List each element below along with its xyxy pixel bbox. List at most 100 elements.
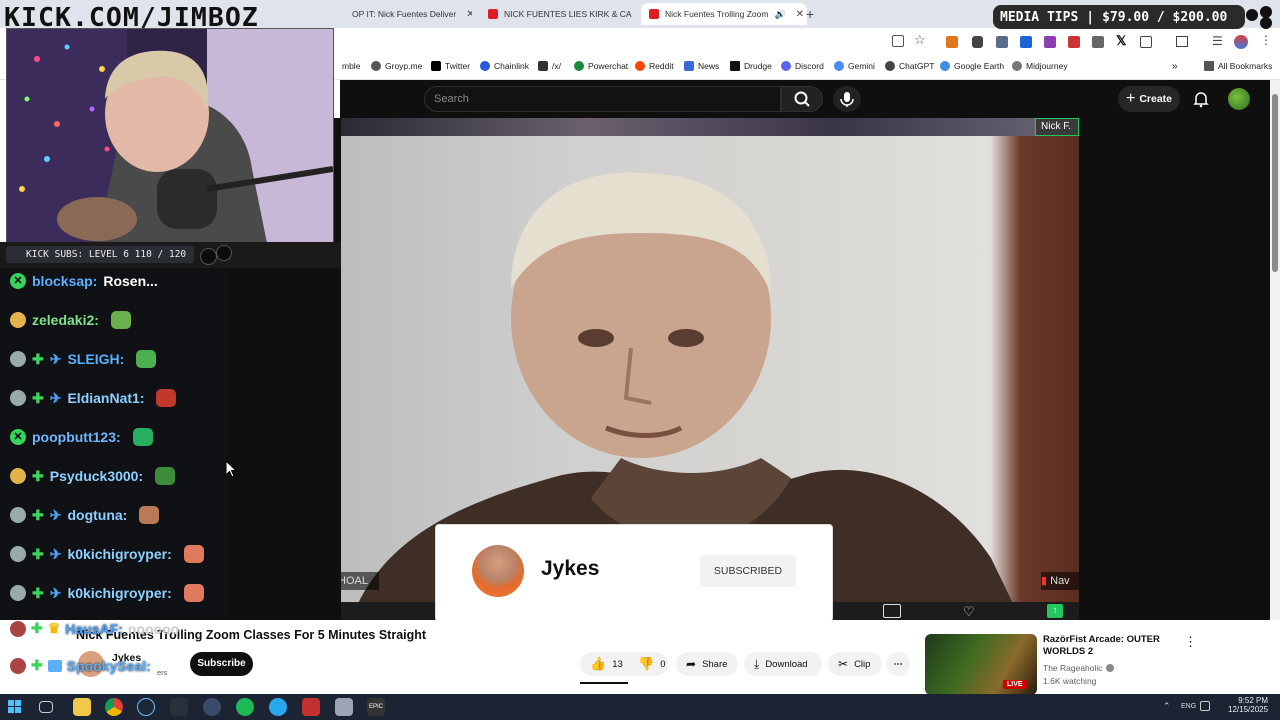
shield-icon[interactable]: [972, 36, 983, 48]
clip-button[interactable]: ✂ Clip: [828, 652, 882, 676]
diamond-badge-icon: ✚: [32, 389, 44, 406]
x-icon[interactable]: 𝕏: [1116, 33, 1126, 49]
more-actions-button[interactable]: ⋯: [886, 652, 910, 676]
browser-tab[interactable]: NICK FUENTES LIES KIRK & CA ✕: [488, 3, 636, 25]
bookmark[interactable]: Reddit: [635, 61, 674, 71]
chat-username[interactable]: Psyduck3000:: [50, 468, 143, 484]
avatar: [10, 585, 26, 601]
menu-icon[interactable]: ☰: [1212, 34, 1223, 48]
like-button[interactable]: 👍 13: [580, 652, 628, 676]
voice-search-button[interactable]: [833, 86, 861, 112]
language-indicator[interactable]: ENG: [1181, 703, 1196, 710]
bookmark[interactable]: Groyp.me: [371, 61, 422, 71]
task-view-icon[interactable]: [39, 701, 53, 713]
close-icon[interactable]: ✕: [796, 9, 804, 20]
kick-subs-bar: KICK SUBS: LEVEL 6 110 / 120: [0, 242, 341, 268]
bookmark[interactable]: Powerchat: [574, 61, 628, 71]
bookmark[interactable]: Gemini: [834, 61, 875, 71]
file-explorer-icon[interactable]: [73, 698, 91, 716]
recommended-title[interactable]: RazörFist Arcade: OUTER WORLDS 2: [1043, 634, 1183, 658]
recommended-channel[interactable]: The Rageaholic: [1043, 663, 1114, 673]
subscribed-button[interactable]: SUBSCRIBED: [700, 555, 796, 587]
profile-icon[interactable]: [1234, 35, 1248, 49]
chat-message-overlap: ✚ ♛ HausAF: nooooo: [10, 620, 179, 637]
share-button[interactable]: ➦ Share: [676, 652, 738, 676]
scrollbar-thumb[interactable]: [1272, 94, 1278, 272]
app-icon[interactable]: [302, 698, 320, 716]
chat-username[interactable]: k0kichigroyper:: [67, 585, 171, 601]
bookmark[interactable]: mble: [342, 61, 360, 71]
chat-username[interactable]: EldianNat1:: [67, 390, 144, 406]
chat-icon[interactable]: [883, 604, 901, 618]
more-vertical-icon[interactable]: ⋮: [1184, 634, 1197, 650]
video-player[interactable]: Nick F. ▮ FRANCISCO PASCHOAL ▮ Nav ↑ ♡ J…: [341, 118, 1079, 620]
subscribe-button[interactable]: Subscribe: [190, 652, 253, 676]
close-icon[interactable]: ✕: [466, 9, 472, 20]
avatar[interactable]: [1228, 88, 1250, 110]
bookmark[interactable]: Google Earth: [940, 61, 1004, 71]
obs-icon[interactable]: [203, 698, 221, 716]
browser-tab-active[interactable]: Nick Fuentes Trolling Zoom 🔊 ✕: [641, 3, 807, 25]
telegram-icon[interactable]: [269, 698, 287, 716]
extension-icon[interactable]: [1068, 36, 1080, 48]
emote-icon: [132, 428, 153, 446]
avatar: [10, 507, 26, 523]
participant-name-tag: ▮ Nav: [1041, 572, 1079, 590]
scrollbar[interactable]: [1270, 80, 1280, 694]
epic-games-icon[interactable]: EPIC: [367, 698, 385, 716]
puzzle-icon[interactable]: [1140, 36, 1152, 48]
chevron-right-icon[interactable]: »: [1172, 61, 1178, 72]
more-icon[interactable]: ⋮: [1260, 33, 1272, 47]
notifications-button[interactable]: [1192, 90, 1210, 113]
all-bookmarks[interactable]: All Bookmarks: [1204, 61, 1272, 71]
bookmark[interactable]: Twitter: [431, 61, 470, 71]
extension-icon[interactable]: [1020, 36, 1032, 48]
metamask-icon[interactable]: [946, 36, 958, 48]
sidebar-icon[interactable]: [1176, 36, 1188, 47]
chat-username[interactable]: blocksap:: [32, 273, 97, 289]
chat-username[interactable]: SLEIGH:: [67, 351, 124, 367]
extension-icon[interactable]: [1044, 36, 1056, 48]
plus-icon: +: [1125, 90, 1136, 107]
spotify-icon[interactable]: [236, 698, 254, 716]
search-input[interactable]: Search: [424, 86, 781, 112]
bookmark[interactable]: News: [684, 61, 719, 71]
bookmark[interactable]: Chainlink: [480, 61, 529, 71]
new-tab-icon[interactable]: +: [806, 6, 814, 22]
steam-icon[interactable]: [137, 698, 155, 716]
create-button[interactable]: + Create: [1118, 86, 1180, 112]
sword-badge-icon: ✈: [49, 350, 62, 367]
browser-tab[interactable]: OP IT: Nick Fuentes Deliver ✕: [352, 3, 472, 25]
chat-username[interactable]: dogtuna:: [67, 507, 127, 523]
windows-start-icon[interactable]: [8, 700, 22, 714]
system-clock[interactable]: 9:52 PM 12/15/2025: [1228, 696, 1268, 714]
speaker-icon[interactable]: 🔊: [774, 9, 785, 20]
heart-icon[interactable]: ♡: [963, 604, 975, 620]
dislike-button[interactable]: 👎 0: [628, 652, 668, 676]
share-screen-icon[interactable]: ↑: [1047, 604, 1063, 618]
chevron-up-icon[interactable]: ⌃: [1163, 701, 1171, 712]
install-icon[interactable]: [892, 35, 904, 47]
chat-message: ✚ ✈ k0kichigroyper:: [10, 580, 204, 606]
extension-icon[interactable]: [996, 36, 1008, 48]
recommended-thumbnail[interactable]: LIVE: [925, 634, 1037, 695]
emote-icon: [156, 389, 177, 407]
search-button[interactable]: [781, 86, 823, 112]
bookmark[interactable]: Midjourney: [1012, 61, 1068, 71]
bookmark[interactable]: ChatGPT: [885, 61, 934, 71]
app-icon[interactable]: [170, 698, 188, 716]
chrome-icon[interactable]: [105, 698, 123, 716]
chat-username[interactable]: poopbutt123:: [32, 429, 121, 445]
bookmark[interactable]: Discord: [781, 61, 824, 71]
star-icon[interactable]: ☆: [914, 32, 926, 48]
recommended-viewers: 1.6K watching: [1043, 676, 1097, 686]
download-button[interactable]: ⤓ Download: [744, 652, 822, 676]
chat-username[interactable]: k0kichigroyper:: [67, 546, 171, 562]
bookmark[interactable]: /x/: [538, 61, 561, 71]
avatar: [472, 545, 524, 597]
network-icon[interactable]: [1200, 701, 1210, 711]
bookmark[interactable]: Drudge: [730, 61, 772, 71]
extension-icon[interactable]: [1092, 36, 1104, 48]
app-icon[interactable]: [335, 698, 353, 716]
chat-username[interactable]: zeledaki2:: [32, 312, 99, 328]
